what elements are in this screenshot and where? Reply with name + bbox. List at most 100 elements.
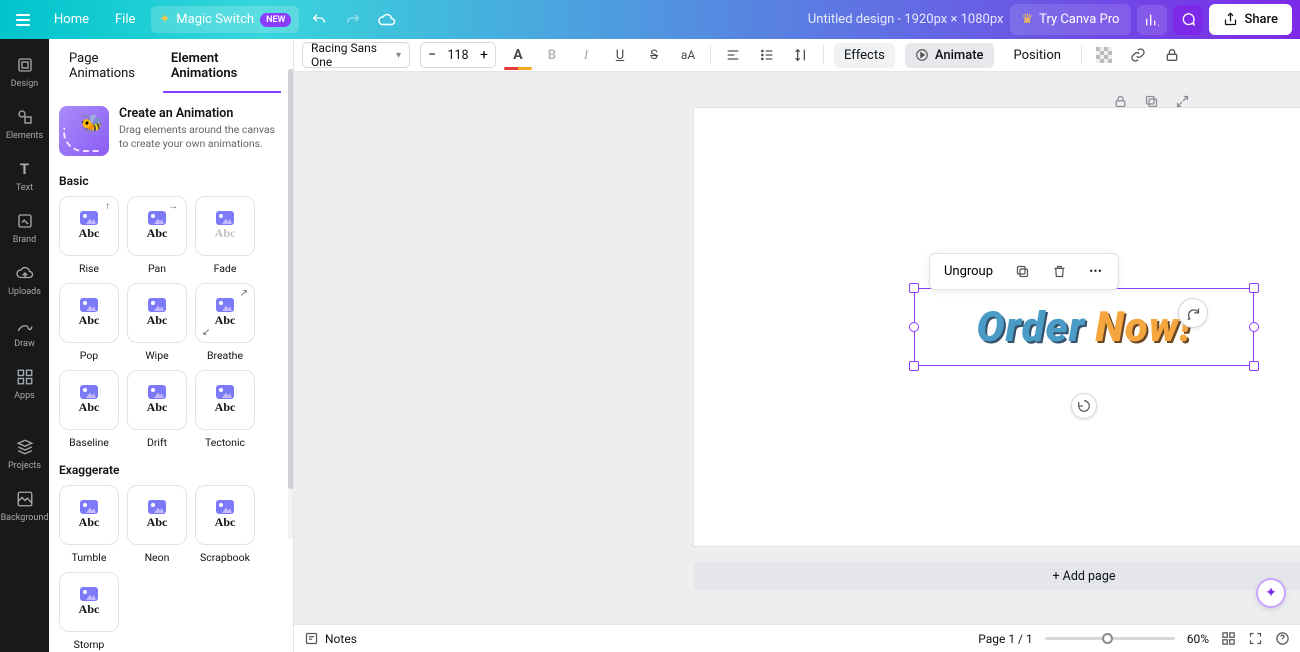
decrease-size-button[interactable]: − [421, 43, 443, 67]
share-button[interactable]: Share [1209, 4, 1292, 35]
animation-baseline[interactable]: AbcBaseline [59, 370, 119, 449]
canvas-text[interactable]: Order Now! [976, 303, 1191, 352]
animation-rise[interactable]: ↑AbcRise [59, 196, 119, 275]
duplicate-button[interactable] [1005, 258, 1040, 285]
zoom-slider[interactable] [1045, 637, 1175, 640]
animate-button[interactable]: Animate [905, 43, 994, 68]
rail-elements[interactable]: Elements [0, 99, 49, 151]
canvas-area[interactable]: Order Now! Ungroup ⋯ + Add [294, 72, 1300, 652]
create-animation-card[interactable]: Create an Animation Drag elements around… [49, 94, 293, 168]
section-exaggerate-label: Exaggerate [49, 457, 293, 485]
add-page-button[interactable]: + Add page [694, 562, 1300, 590]
text-color-button[interactable]: A [506, 43, 530, 67]
animation-wipe[interactable]: AbcWipe [127, 283, 187, 362]
rail-text[interactable]: TText [0, 151, 49, 203]
selected-element[interactable]: Order Now! [914, 288, 1254, 366]
transparency-button[interactable] [1092, 43, 1116, 67]
animation-neon[interactable]: AbcNeon [127, 485, 187, 564]
tab-element-animations[interactable]: Element Animations [163, 39, 281, 93]
animation-tectonic[interactable]: AbcTectonic [195, 370, 255, 449]
quick-action-button[interactable] [1178, 298, 1208, 328]
animation-tumble[interactable]: AbcTumble [59, 485, 119, 564]
rail-label: Text [16, 183, 33, 193]
delete-button[interactable] [1042, 258, 1077, 285]
rail-label: Projects [8, 461, 41, 471]
animation-label: Tumble [72, 551, 107, 564]
assistant-fab[interactable]: ✦ [1256, 578, 1286, 608]
align-button[interactable] [721, 43, 745, 67]
help-button[interactable] [1275, 631, 1290, 646]
spacing-button[interactable] [789, 43, 813, 67]
text-toolbar: Racing Sans One ▾ − 118 + A B I U S aA E… [294, 39, 1300, 72]
home-link[interactable]: Home [44, 4, 99, 35]
analytics-button[interactable] [1137, 5, 1167, 35]
text-case-button[interactable]: aA [676, 43, 700, 67]
underline-button[interactable]: U [608, 43, 632, 67]
list-button[interactable] [755, 43, 779, 67]
increase-size-button[interactable]: + [473, 43, 495, 67]
rail-apps[interactable]: Apps [0, 359, 49, 411]
font-size-value[interactable]: 118 [443, 48, 473, 63]
canvas-page[interactable]: Order Now! [694, 108, 1300, 546]
cloud-sync-icon[interactable] [373, 6, 401, 34]
expand-page-icon[interactable] [1175, 94, 1190, 109]
resize-handle-top-left[interactable] [909, 283, 919, 293]
rail-label: Uploads [8, 287, 41, 297]
undo-button[interactable] [305, 6, 333, 34]
animation-pan[interactable]: →AbcPan [127, 196, 187, 275]
tab-page-animations[interactable]: Page Animations [61, 39, 163, 93]
notes-button[interactable]: Notes [304, 631, 357, 646]
bold-button[interactable]: B [540, 43, 564, 67]
rail-uploads[interactable]: Uploads [0, 255, 49, 307]
text-word-2: Now! [1095, 303, 1191, 352]
rail-design[interactable]: Design [0, 47, 49, 99]
zoom-value[interactable]: 60% [1187, 632, 1209, 646]
strikethrough-button[interactable]: S [642, 43, 666, 67]
resize-handle-top-right[interactable] [1249, 283, 1259, 293]
resize-handle-bottom-right[interactable] [1249, 361, 1259, 371]
new-badge: NEW [260, 13, 291, 27]
lock-button[interactable] [1160, 43, 1184, 67]
zoom-knob[interactable] [1102, 633, 1113, 644]
fullscreen-button[interactable] [1248, 631, 1263, 646]
rail-label: Design [11, 79, 39, 89]
italic-button[interactable]: I [574, 43, 598, 67]
document-title[interactable]: Untitled design - 1920px × 1080px [808, 12, 1004, 27]
grid-view-button[interactable] [1221, 631, 1236, 646]
resize-handle-bottom-left[interactable] [909, 361, 919, 371]
rail-background[interactable]: Background [0, 481, 49, 533]
position-button[interactable]: Position [1004, 43, 1071, 68]
animation-pop[interactable]: AbcPop [59, 283, 119, 362]
animation-drift[interactable]: AbcDrift [127, 370, 187, 449]
more-button[interactable]: ⋯ [1079, 258, 1114, 285]
rail-label: Elements [6, 131, 43, 141]
animation-label: Pop [80, 349, 98, 362]
duplicate-page-icon[interactable] [1144, 94, 1159, 109]
ungroup-button[interactable]: Ungroup [934, 258, 1003, 285]
resize-handle-left[interactable] [909, 322, 919, 332]
animation-fade[interactable]: AbcFade [195, 196, 255, 275]
rotate-handle[interactable] [1071, 393, 1097, 419]
redo-button[interactable] [339, 6, 367, 34]
exaggerate-animations-grid: AbcTumbleAbcNeonAbcScrapbook AbcStomp [49, 485, 293, 652]
resize-handle-right[interactable] [1249, 322, 1259, 332]
font-select[interactable]: Racing Sans One ▾ [302, 42, 410, 68]
magic-switch-button[interactable]: ✦ Magic Switch NEW [151, 6, 299, 33]
comment-button[interactable] [1173, 5, 1203, 35]
rail-label: Draw [14, 339, 34, 349]
animation-scrapbook[interactable]: AbcScrapbook [195, 485, 255, 564]
animation-stomp[interactable]: AbcStomp [59, 572, 119, 651]
selection-context-toolbar: Ungroup ⋯ [929, 253, 1119, 290]
rail-draw[interactable]: Draw [0, 307, 49, 359]
try-pro-button[interactable]: ♛ Try Canva Pro [1010, 4, 1132, 35]
rail-projects[interactable]: Projects [0, 429, 49, 481]
file-link[interactable]: File [105, 4, 145, 35]
rail-brand[interactable]: Brand [0, 203, 49, 255]
link-button[interactable] [1126, 43, 1150, 67]
menu-button[interactable] [8, 6, 38, 34]
page-lock-icon[interactable] [1113, 94, 1128, 109]
animation-label: Scrapbook [200, 551, 250, 564]
animation-breathe[interactable]: ↗↙AbcBreathe [195, 283, 255, 362]
page-indicator[interactable]: Page 1 / 1 [978, 632, 1033, 646]
effects-button[interactable]: Effects [834, 43, 895, 68]
